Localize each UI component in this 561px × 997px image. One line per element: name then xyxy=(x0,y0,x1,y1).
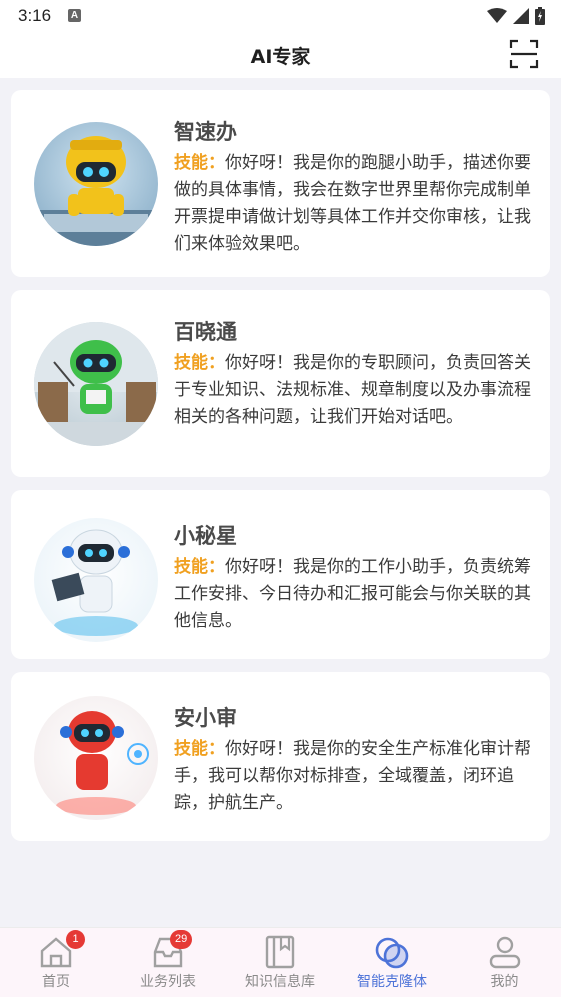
skill-label: 技能： xyxy=(174,557,225,577)
expert-description: 技能：你好呀！我是你的工作小助手，负责统筹工作安排、今日待办和汇报可能会与你关联… xyxy=(174,554,534,635)
skill-label: 技能： xyxy=(174,153,225,173)
robot-avatar xyxy=(34,696,158,820)
tab-smart-clone[interactable]: 智能克隆体 xyxy=(336,928,448,997)
book-icon xyxy=(265,935,295,969)
notification-icon: A xyxy=(68,9,81,22)
scan-icon[interactable] xyxy=(509,39,539,69)
tab-knowledge-base[interactable]: 知识信息库 xyxy=(224,928,336,997)
tab-home[interactable]: 1 首页 xyxy=(0,928,112,997)
skill-label: 技能： xyxy=(174,739,225,759)
expert-desc-text: 你好呀！我是你的工作小助手，负责统筹工作安排、今日待办和汇报可能会与你关联的其他… xyxy=(174,557,531,631)
tab-label: 我的 xyxy=(490,974,519,990)
tab-mine[interactable]: 我的 xyxy=(448,928,561,997)
skill-label: 技能： xyxy=(174,353,225,373)
expert-name: 安小审 xyxy=(174,706,237,730)
wifi-icon xyxy=(487,8,507,23)
expert-card[interactable]: 百晓通 技能：你好呀！我是你的专职顾问，负责回答关于专业知识、法规标准、规章制度… xyxy=(11,290,550,477)
user-icon xyxy=(489,936,520,969)
tab-label: 首页 xyxy=(42,974,70,990)
expert-description: 技能：你好呀！我是你的跑腿小助手，描述你要做的具体事情，我会在数字世界里帮你完成… xyxy=(174,150,534,258)
robot-avatar xyxy=(34,122,158,246)
tab-badge: 1 xyxy=(66,930,85,949)
expert-description: 技能：你好呀！我是你的专职顾问，负责回答关于专业知识、法规标准、规章制度以及办事… xyxy=(174,350,534,431)
status-time: 3:16 xyxy=(18,6,52,25)
tab-label: 知识信息库 xyxy=(245,974,315,990)
expert-desc-text: 你好呀！我是你的跑腿小助手，描述你要做的具体事情，我会在数字世界里帮你完成制单开… xyxy=(174,153,531,254)
expert-desc-text: 你好呀！我是你的安全生产标准化审计帮手，我可以帮你对标排查，全域覆盖，闭环追踪，… xyxy=(174,739,531,813)
expert-card[interactable]: 小秘星 技能：你好呀！我是你的工作小助手，负责统筹工作安排、今日待办和汇报可能会… xyxy=(11,490,550,659)
expert-name: 百晓通 xyxy=(174,320,237,344)
robot-avatar xyxy=(34,322,158,446)
expert-card[interactable]: 安小审 技能：你好呀！我是你的安全生产标准化审计帮手，我可以帮你对标排查，全域覆… xyxy=(11,672,550,841)
bottom-tab-bar: 1 首页 29 业务列表 知识信息库 智能克隆体 我的 xyxy=(0,927,561,997)
status-icons xyxy=(487,7,545,25)
yellow-robot-icon xyxy=(34,136,158,246)
clone-icon xyxy=(375,937,409,969)
expert-desc-text: 你好呀！我是你的专职顾问，负责回答关于专业知识、法规标准、规章制度以及办事流程相… xyxy=(174,353,531,427)
robot-avatar xyxy=(34,518,158,642)
tab-label: 业务列表 xyxy=(140,974,196,990)
tab-badge: 29 xyxy=(170,930,193,949)
green-robot-icon xyxy=(34,322,158,446)
page-title: AI专家 xyxy=(250,46,311,68)
expert-name: 智速办 xyxy=(174,120,237,144)
white-robot-icon xyxy=(51,529,138,636)
expert-name: 小秘星 xyxy=(174,524,237,548)
signal-icon xyxy=(513,8,529,24)
tab-label: 智能克隆体 xyxy=(357,974,427,990)
battery-icon xyxy=(535,7,545,25)
expert-description: 技能：你好呀！我是你的安全生产标准化审计帮手，我可以帮你对标排查，全域覆盖，闭环… xyxy=(174,736,534,817)
tab-business-list[interactable]: 29 业务列表 xyxy=(112,928,224,997)
red-robot-icon xyxy=(56,711,149,815)
expert-card[interactable]: 智速办 技能：你好呀！我是你的跑腿小助手，描述你要做的具体事情，我会在数字世界里… xyxy=(11,90,550,277)
app-bar: AI专家 xyxy=(0,32,561,78)
status-bar: 3:16 A xyxy=(0,0,561,32)
